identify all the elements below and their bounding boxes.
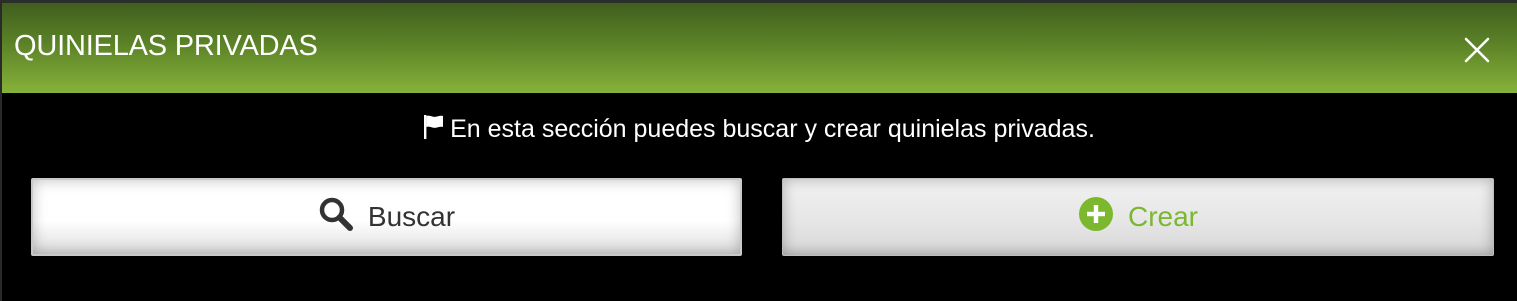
search-icon bbox=[318, 196, 354, 239]
close-button[interactable] bbox=[1460, 33, 1494, 67]
create-button[interactable]: Crear bbox=[782, 178, 1494, 256]
modal-header: QUINIELAS PRIVADAS bbox=[2, 3, 1517, 93]
private-pools-modal: QUINIELAS PRIVADAS En esta sección puede… bbox=[0, 0, 1517, 301]
notice-text: En esta sección puedes buscar y crear qu… bbox=[450, 115, 1095, 143]
close-icon bbox=[1464, 37, 1490, 63]
search-button[interactable]: Buscar bbox=[31, 178, 742, 256]
search-button-label: Buscar bbox=[367, 201, 456, 232]
flag-icon bbox=[422, 114, 444, 140]
modal-title: QUINIELAS PRIVADAS bbox=[14, 30, 318, 62]
section-notice: En esta sección puedes buscar y crear qu… bbox=[0, 114, 1517, 144]
create-button-label: Crear bbox=[1127, 201, 1198, 232]
plus-circle-icon bbox=[1078, 196, 1114, 239]
